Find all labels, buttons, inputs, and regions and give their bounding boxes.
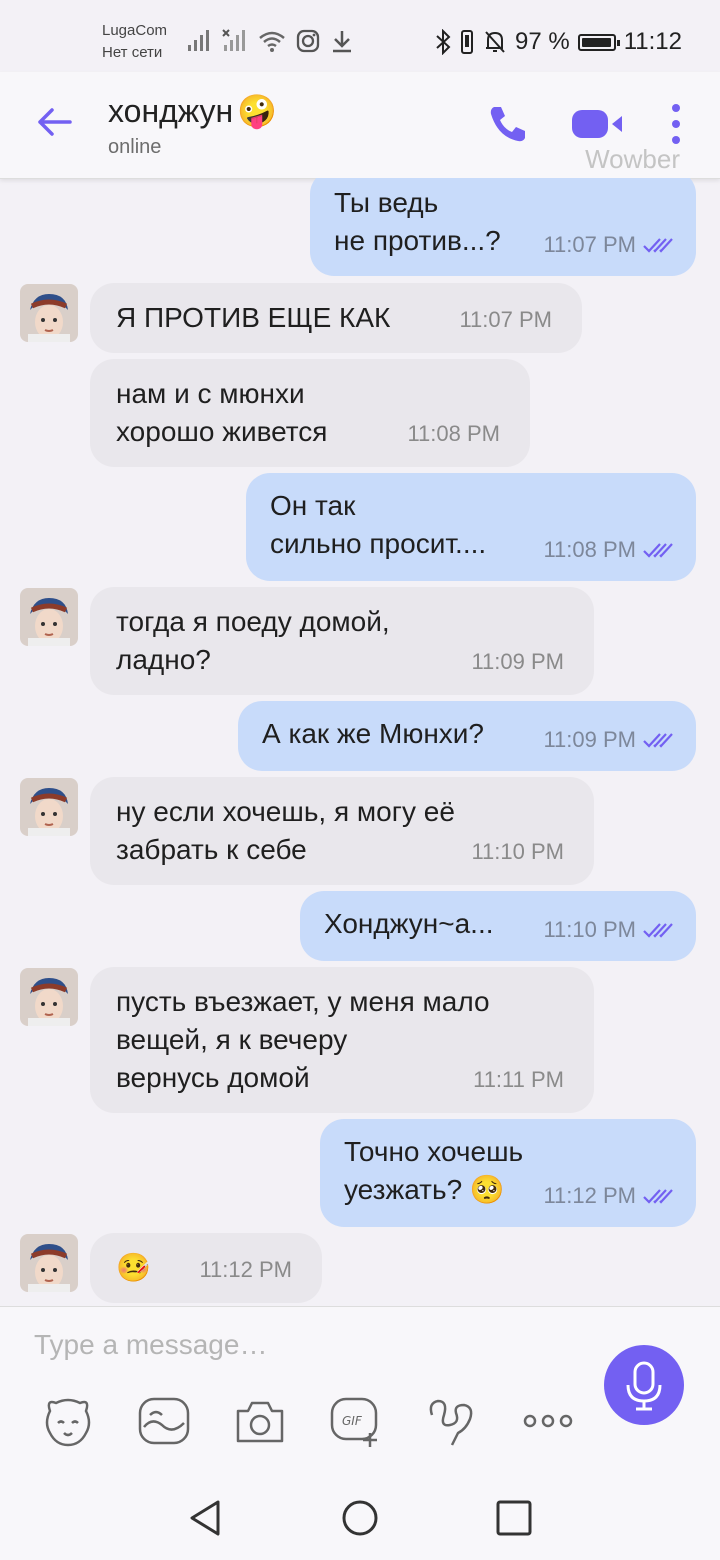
message-time: 11:07 PM bbox=[459, 301, 552, 339]
message-time: 11:09 PM bbox=[543, 721, 674, 759]
outgoing-message[interactable]: А как же Мюнхи? 11:09 PM bbox=[238, 701, 696, 771]
microphone-button[interactable] bbox=[604, 1345, 684, 1425]
wifi-icon bbox=[259, 31, 285, 52]
battery-level bbox=[581, 37, 611, 47]
message-time-text: 11:11 PM bbox=[473, 1067, 564, 1092]
network-status: Нет сети bbox=[102, 44, 163, 61]
status-icons-left bbox=[186, 28, 354, 54]
camera-icon[interactable] bbox=[232, 1393, 288, 1449]
message-time: 11:08 PM bbox=[407, 415, 500, 453]
status-bar: LugaCom Нет сети 97 % 11:12 bbox=[0, 0, 720, 72]
contact-avatar[interactable] bbox=[20, 284, 78, 342]
outgoing-message[interactable]: Хонджун~а... 11:10 PM bbox=[300, 891, 696, 961]
contact-avatar[interactable] bbox=[20, 1234, 78, 1292]
message-time-text: 11:09 PM bbox=[471, 649, 564, 674]
message-time-text: 11:07 PM bbox=[459, 307, 552, 332]
outgoing-message[interactable]: Он так сильно просит.... 11:08 PM bbox=[246, 473, 696, 581]
message-time-text: 11:07 PM bbox=[543, 232, 636, 257]
clock: 11:12 bbox=[623, 28, 682, 55]
message-time: 11:11 PM bbox=[473, 1061, 564, 1099]
gif-icon[interactable]: GIF bbox=[328, 1393, 384, 1449]
composer: Type a message… GIF bbox=[0, 1306, 720, 1481]
contact-avatar[interactable] bbox=[20, 588, 78, 646]
message-time-text: 11:12 PM bbox=[199, 1257, 292, 1282]
signal-icon bbox=[188, 30, 209, 51]
message-time: 11:07 PM bbox=[543, 226, 674, 264]
message-time: 11:12 PM bbox=[199, 1251, 292, 1289]
read-check-icon bbox=[643, 238, 673, 253]
contact-avatar[interactable] bbox=[20, 968, 78, 1026]
chat-header: хонджун 🤪 online Wowber bbox=[0, 72, 720, 179]
outgoing-message[interactable]: Ты ведь не против...? 11:07 PM bbox=[310, 178, 696, 276]
phone-call-icon[interactable] bbox=[486, 102, 530, 146]
incoming-message[interactable]: нам и с мюнхи хорошо живется 11:08 PM bbox=[90, 359, 530, 467]
message-time: 11:10 PM bbox=[543, 911, 674, 949]
svg-text:GIF: GIF bbox=[342, 1414, 363, 1428]
bluetooth-icon bbox=[436, 29, 451, 55]
microphone-icon bbox=[626, 1361, 662, 1411]
message-time-text: 11:09 PM bbox=[543, 727, 636, 752]
status-icons-right: 97 % 11:12 bbox=[435, 26, 682, 58]
more-tools-icon[interactable] bbox=[520, 1393, 576, 1449]
video-call-icon[interactable] bbox=[570, 106, 626, 142]
contact-status: online bbox=[108, 136, 162, 158]
contact-title[interactable]: хонджун 🤪 bbox=[108, 92, 277, 130]
signal-off-icon bbox=[222, 29, 245, 51]
read-check-icon bbox=[643, 1189, 673, 1204]
message-time: 11:10 PM bbox=[471, 833, 564, 871]
incoming-message[interactable]: ну если хочешь, я могу её забрать к себе… bbox=[90, 777, 594, 885]
carrier-info: LugaCom Нет сети bbox=[102, 20, 167, 64]
doodle-icon[interactable] bbox=[424, 1393, 480, 1449]
image-icon[interactable] bbox=[136, 1393, 192, 1449]
message-time-text: 11:08 PM bbox=[407, 421, 500, 446]
contact-avatar[interactable] bbox=[20, 778, 78, 836]
message-input[interactable]: Type a message… bbox=[34, 1329, 267, 1361]
message-time-text: 11:12 PM bbox=[543, 1183, 636, 1208]
incoming-message[interactable]: пусть въезжает, у меня мало вещей, я к в… bbox=[90, 967, 594, 1113]
read-check-icon bbox=[643, 923, 673, 938]
more-options-icon[interactable] bbox=[666, 102, 686, 146]
download-icon bbox=[333, 31, 351, 53]
outgoing-message[interactable]: Точно хочешь уезжать? 🥺 11:12 PM bbox=[320, 1119, 696, 1227]
contact-name: хонджун bbox=[108, 92, 234, 129]
mute-bell-icon bbox=[485, 31, 505, 53]
message-time: 11:12 PM bbox=[543, 1177, 674, 1215]
incoming-message[interactable]: тогда я поеду домой, ладно? 11:09 PM bbox=[90, 587, 594, 695]
message-time-text: 11:08 PM bbox=[543, 537, 636, 562]
carrier-name: LugaCom bbox=[102, 22, 168, 39]
back-triangle-icon[interactable] bbox=[186, 1498, 226, 1538]
watermark: Wowber bbox=[585, 144, 680, 174]
system-nav-bar bbox=[0, 1480, 720, 1560]
battery-icon bbox=[577, 33, 620, 51]
home-circle-icon[interactable] bbox=[340, 1498, 380, 1538]
vibrate-icon bbox=[461, 30, 474, 54]
message-time-text: 11:10 PM bbox=[543, 917, 636, 942]
sticker-icon[interactable] bbox=[40, 1393, 96, 1449]
message-time-text: 11:10 PM bbox=[471, 839, 564, 864]
read-check-icon bbox=[643, 733, 673, 748]
message-list[interactable]: Ты ведь не против...? 11:07 PM Я ПРОТИВ ЕЩ… bbox=[0, 178, 720, 1306]
battery-percent: 97 % bbox=[515, 28, 570, 55]
read-check-icon bbox=[643, 543, 673, 558]
incoming-message[interactable]: 🤒 11:12 PM bbox=[90, 1233, 322, 1303]
instagram-icon bbox=[296, 29, 320, 53]
back-arrow-icon[interactable] bbox=[34, 102, 74, 142]
contact-emoji: 🤪 bbox=[237, 93, 278, 129]
incoming-message[interactable]: Я ПРОТИВ ЕЩЕ КАК 11:07 PM bbox=[90, 283, 582, 353]
message-time: 11:09 PM bbox=[471, 643, 564, 681]
recents-square-icon[interactable] bbox=[494, 1498, 534, 1538]
message-time: 11:08 PM bbox=[543, 531, 674, 569]
